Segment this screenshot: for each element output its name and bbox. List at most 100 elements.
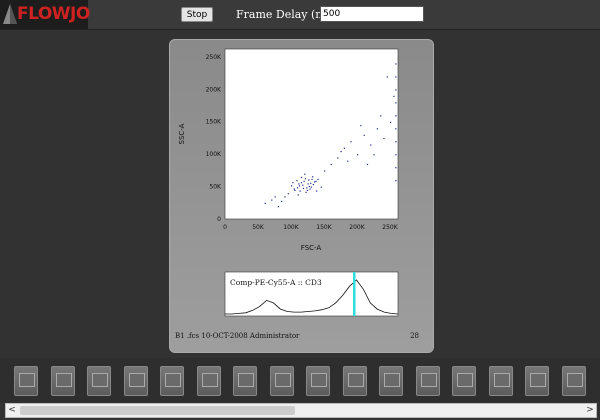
scatter-point xyxy=(298,183,300,185)
frame-thumbnail[interactable] xyxy=(233,366,257,396)
frame-thumbnail[interactable] xyxy=(342,366,367,396)
scatter-point xyxy=(307,183,309,185)
scatter-point xyxy=(395,154,397,156)
scatter-point xyxy=(386,76,388,78)
scatter-point xyxy=(304,178,307,180)
scatter-point xyxy=(294,189,296,192)
scatter-point xyxy=(298,185,301,187)
scatter-point xyxy=(309,188,311,190)
scatter-point xyxy=(323,170,326,172)
frame-thumbnail[interactable] xyxy=(379,366,403,396)
top-toolbar: FLOWJO Stop Frame Delay (ms): xyxy=(0,0,600,30)
scatter-point xyxy=(330,163,332,166)
thumbnail-strip xyxy=(0,358,600,402)
frame-thumbnail[interactable] xyxy=(14,366,38,396)
scatter-point xyxy=(360,124,362,127)
scatter-point xyxy=(317,178,319,180)
scatter-point xyxy=(296,187,299,189)
event-count: 28 xyxy=(410,332,419,340)
thumbnail-preview xyxy=(311,373,327,387)
x-tick-label: 0 xyxy=(223,224,227,231)
scatter-point xyxy=(290,185,293,187)
scatter-point xyxy=(395,180,397,182)
thumbnail-preview xyxy=(55,373,72,387)
scatter-point xyxy=(395,128,397,130)
thumbnail-preview xyxy=(457,373,473,387)
scatter-point xyxy=(363,134,365,136)
scroll-thumb[interactable] xyxy=(20,406,295,415)
scatter-point xyxy=(297,194,299,196)
histogram-gate-marker xyxy=(353,272,356,316)
scatter-point xyxy=(305,191,307,193)
scatter-point xyxy=(393,95,395,97)
scatter-point xyxy=(389,121,392,123)
scatter-point xyxy=(315,180,317,182)
frame-thumbnail[interactable] xyxy=(160,366,184,396)
scatter-point xyxy=(284,196,286,198)
frame-thumbnail[interactable] xyxy=(561,366,586,396)
logo-text: FLOWJO xyxy=(17,4,90,24)
y-axis-label: SSC-A xyxy=(178,123,186,144)
frame-thumbnail[interactable] xyxy=(269,366,294,396)
y-tick-label: 50K xyxy=(209,184,222,191)
frame-thumbnail[interactable] xyxy=(123,366,148,396)
frame-thumbnail[interactable] xyxy=(196,366,221,396)
scatter-point xyxy=(306,189,309,192)
plot-panel: 0 50K 100K 150K 200K 250K 0 50K 100K 150K 200K 250… xyxy=(169,39,434,353)
frame-thumbnail[interactable] xyxy=(525,366,549,396)
frame-thumbnail[interactable] xyxy=(452,366,476,396)
scatter-point xyxy=(343,147,345,149)
scatter-point xyxy=(380,115,382,117)
scatter-point xyxy=(395,89,397,91)
scatter-point xyxy=(395,76,397,78)
x-axis-ticks: 0 50K 100K 150K 200K 250K xyxy=(223,224,399,231)
frame-thumbnail[interactable] xyxy=(488,366,513,396)
scatter-point xyxy=(299,190,301,192)
x-axis-label: FSC-A xyxy=(301,244,322,252)
thumbnail-preview xyxy=(201,373,218,387)
scatter-point xyxy=(395,141,397,143)
stop-button[interactable]: Stop xyxy=(181,7,213,22)
scatter-point xyxy=(300,176,303,179)
scatter-point xyxy=(347,160,349,162)
y-tick-label: 150K xyxy=(206,119,222,126)
x-tick-label: 200K xyxy=(349,224,365,231)
y-axis-ticks: 0 50K 100K 150K 200K 250K xyxy=(206,54,222,223)
scatter-point xyxy=(310,186,312,188)
frame-delay-input[interactable] xyxy=(320,6,424,22)
sample-info: B1 .fcs 10-OCT-2008 Administrator xyxy=(175,332,300,340)
frame-thumbnail[interactable] xyxy=(415,366,440,396)
scatter-point xyxy=(395,115,397,117)
x-tick-label: 100K xyxy=(283,224,299,231)
scatter-point xyxy=(304,173,306,175)
scatter-plot-area xyxy=(224,48,399,220)
scatter-point xyxy=(277,206,279,208)
frame-thumbnail[interactable] xyxy=(50,366,75,396)
thumbnail-preview xyxy=(384,373,400,387)
thumbnail-preview xyxy=(19,373,35,387)
scatter-point xyxy=(302,184,304,186)
thumbnail-preview xyxy=(493,373,510,387)
thumbnail-preview xyxy=(347,373,364,387)
y-tick-label: 250K xyxy=(206,54,222,61)
scatter-point xyxy=(303,180,305,182)
horizontal-scrollbar[interactable]: < > xyxy=(5,403,597,418)
scatter-point xyxy=(314,181,316,183)
thumbnail-preview xyxy=(274,373,291,387)
scatter-point xyxy=(264,202,266,204)
scatter-point xyxy=(311,178,313,180)
frame-thumbnail[interactable] xyxy=(87,366,111,396)
thumbnail-preview xyxy=(92,373,108,387)
scatter-point xyxy=(376,128,378,130)
scatter-point xyxy=(312,176,314,178)
flowjo-logo: FLOWJO xyxy=(0,0,90,29)
frame-thumbnail[interactable] xyxy=(306,366,330,396)
thumbnail-preview xyxy=(128,373,145,387)
scatter-point xyxy=(356,154,359,156)
logo-icon xyxy=(3,4,17,24)
y-tick-label: 100K xyxy=(206,151,222,158)
scatter-point xyxy=(373,154,375,156)
scatter-point xyxy=(302,187,305,190)
scroll-right-arrow[interactable]: > xyxy=(584,404,596,417)
scroll-left-arrow[interactable]: < xyxy=(6,404,18,417)
